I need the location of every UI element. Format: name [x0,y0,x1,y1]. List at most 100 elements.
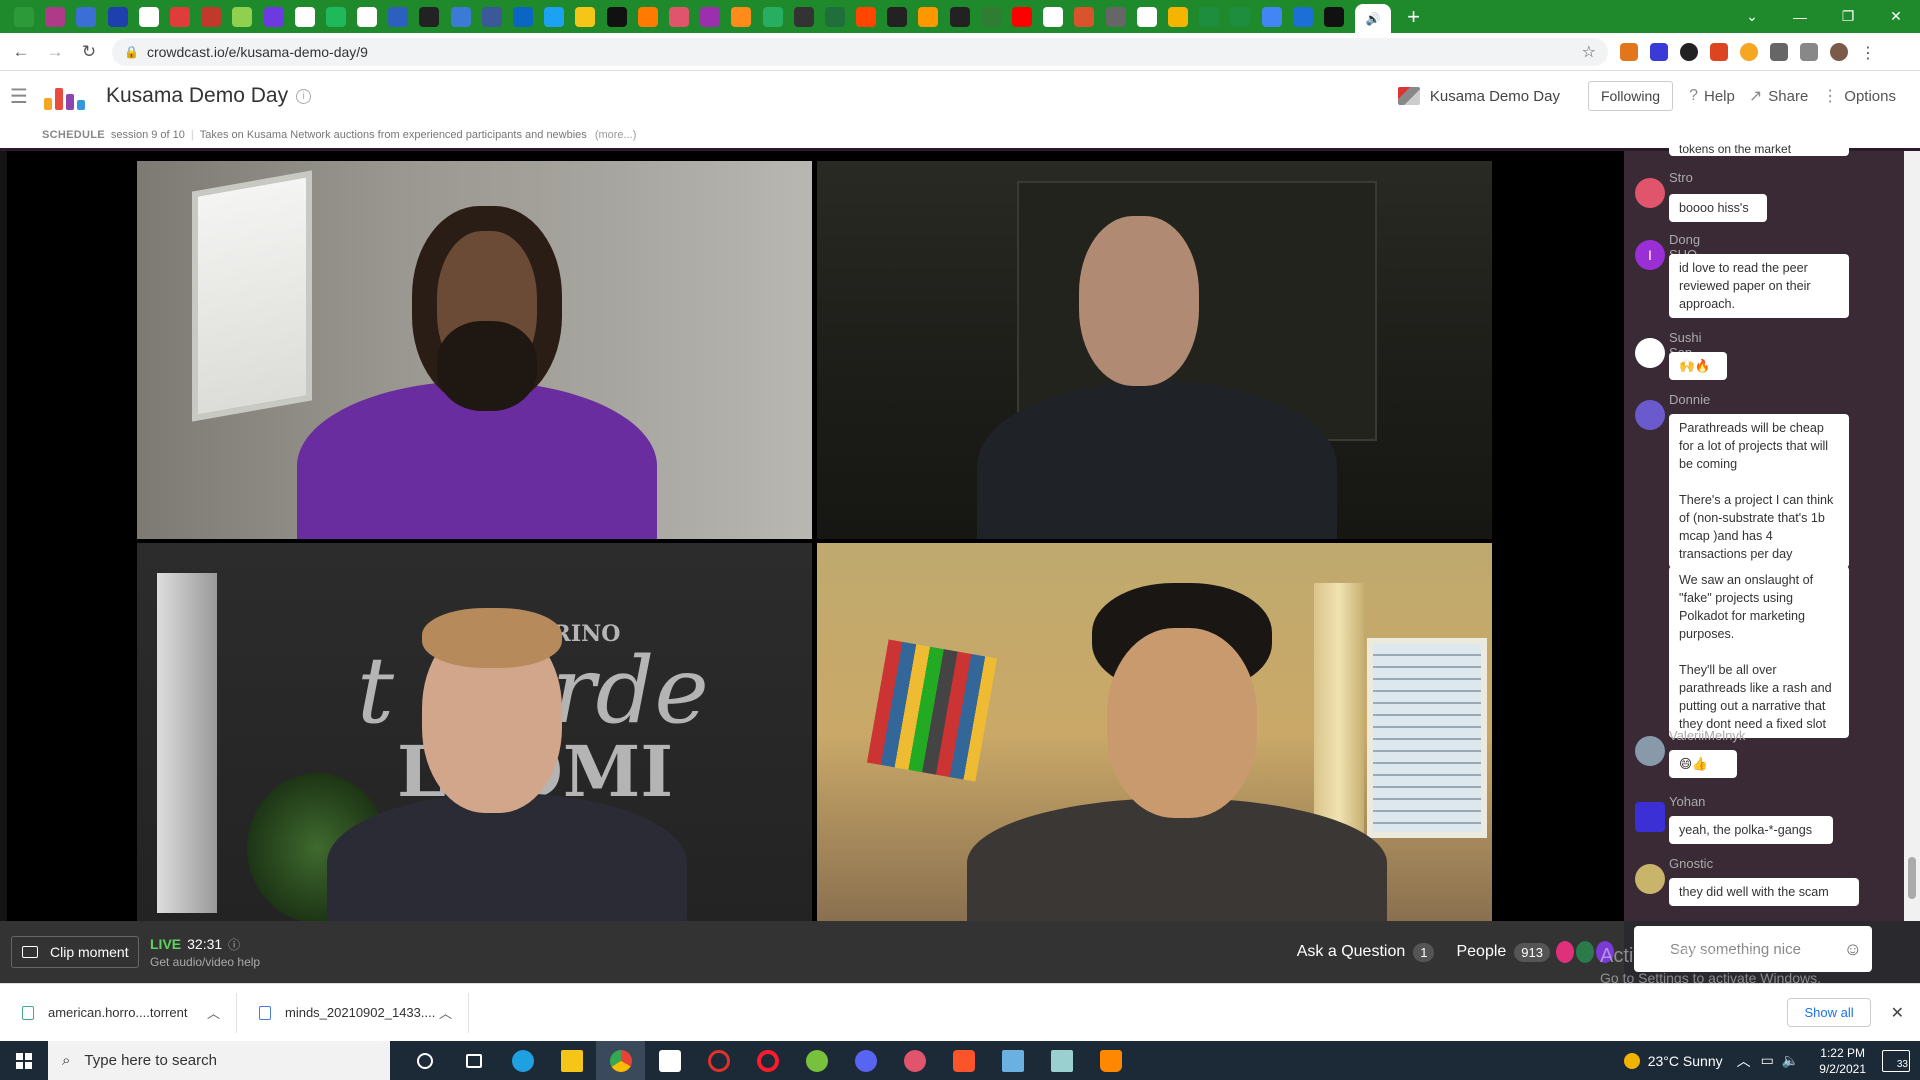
taskbar-search[interactable]: ⌕ Type here to search [48,1041,390,1080]
tab-favicon-icon[interactable] [1292,6,1313,27]
schedule-label[interactable]: SCHEDULE [42,129,105,141]
tab-favicon-icon[interactable] [575,6,596,27]
cortana-icon[interactable] [400,1041,449,1080]
notification-center-icon[interactable]: 33 [1882,1049,1910,1072]
new-tab-button[interactable]: + [1407,4,1420,30]
tab-favicon-icon[interactable] [1105,6,1126,27]
tab-favicon-icon[interactable] [325,6,346,27]
chat-username[interactable]: Donnie [1669,392,1710,407]
vlc-icon[interactable] [1086,1041,1135,1080]
reading-list-icon[interactable] [1800,42,1818,61]
calculator-icon[interactable] [988,1041,1037,1080]
extension-icon[interactable] [1740,42,1758,61]
av-help-link[interactable]: Get audio/video help [150,955,260,969]
tab-favicon-icon[interactable] [450,6,471,27]
tab-favicon-icon[interactable] [949,6,970,27]
tab-favicon-icon[interactable] [45,6,66,27]
tab-favicon-icon[interactable] [388,6,409,27]
tab-favicon-icon[interactable] [637,6,658,27]
user-avatar[interactable]: I [1635,240,1665,270]
user-avatar[interactable] [1635,736,1665,766]
emoji-picker-icon[interactable]: ☺ [1844,939,1862,960]
store-icon[interactable] [645,1041,694,1080]
volume-icon[interactable]: 🔈 [1782,1052,1799,1069]
user-avatar[interactable] [1635,864,1665,894]
chat-username[interactable]: Gnostic [1669,856,1713,871]
metamask-icon[interactable] [1620,42,1638,61]
start-button[interactable] [0,1052,48,1069]
tab-favicon-icon[interactable] [107,6,128,27]
tab-favicon-icon[interactable] [1230,6,1251,27]
app-icon[interactable] [1037,1041,1086,1080]
edge-icon[interactable] [498,1041,547,1080]
chevron-up-icon[interactable]: ︿ [439,1003,452,1022]
task-view-icon[interactable] [449,1041,498,1080]
chrome-icon[interactable] [596,1041,645,1080]
event-link[interactable]: Kusama Demo Day [1397,87,1560,105]
menu-kebab-icon[interactable]: ⋮ [1860,43,1876,62]
following-button[interactable]: Following [1587,81,1674,111]
opera-gx-icon[interactable] [694,1041,743,1080]
utorrent-icon[interactable] [792,1041,841,1080]
video-tile-speaker-1[interactable] [137,161,812,539]
tab-active[interactable]: 🔊 [1355,4,1392,33]
hamburger-menu-icon[interactable]: ☰ [10,84,32,109]
app-icon[interactable] [890,1041,939,1080]
close-window-button[interactable]: ✕ [1872,8,1920,25]
tab-favicon-icon[interactable] [1012,6,1032,27]
tab-favicon-icon[interactable] [513,6,533,27]
clip-moment-button[interactable]: Clip moment [11,936,139,968]
tab-favicon-icon[interactable] [201,6,222,27]
reload-button[interactable]: ↻ [76,42,102,62]
tab-favicon-icon[interactable] [232,6,253,27]
tab-favicon-icon[interactable] [980,6,1001,27]
tab-favicon-icon[interactable] [1167,6,1188,27]
user-avatar[interactable] [1635,338,1665,368]
help-button[interactable]: ? Help [1689,87,1735,105]
tab-search-icon[interactable]: ⌄ [1728,8,1776,25]
tab-favicon-icon[interactable] [263,6,284,27]
extension-icon[interactable] [1680,42,1698,61]
tab-favicon-icon[interactable] [668,6,689,27]
bookmark-star-icon[interactable]: ☆ [1582,42,1596,62]
minimize-button[interactable]: — [1776,9,1824,25]
info-icon[interactable]: ⓘ [228,938,240,952]
tab-favicon-icon[interactable] [76,6,97,27]
tab-favicon-icon[interactable] [1074,6,1095,27]
profile-avatar[interactable] [1830,42,1848,61]
back-button[interactable]: ← [8,42,34,62]
maximize-button[interactable]: ❐ [1824,8,1872,25]
options-button[interactable]: ⋮ Options [1822,86,1896,106]
discord-icon[interactable] [841,1041,890,1080]
crowdcast-logo[interactable] [44,82,86,110]
user-avatar[interactable] [1635,178,1665,208]
tab-favicon-icon[interactable] [481,6,502,27]
tab-favicon-icon[interactable] [793,6,814,27]
chat-scrollbar[interactable] [1904,151,1920,921]
chat-username[interactable]: Yohan [1669,794,1705,809]
video-tile-speaker-4[interactable] [817,543,1492,921]
tab-favicon-icon[interactable] [918,6,939,27]
chat-username[interactable]: Stro [1669,170,1693,185]
network-icon[interactable]: ▭ [1761,1052,1774,1069]
address-bar[interactable]: 🔒 crowdcast.io/e/kusama-demo-day/9 ☆ [112,37,1608,66]
tab-favicon-icon[interactable] [1136,6,1157,27]
tab-favicon-icon[interactable] [1043,6,1064,27]
ask-question-button[interactable]: Ask a Question 1 [1297,942,1435,962]
tab-favicon-icon[interactable] [357,6,378,27]
tab-favicon-icon[interactable] [700,6,721,27]
tab-favicon-icon[interactable] [731,6,752,27]
user-avatar[interactable] [1635,400,1665,430]
show-all-button[interactable]: Show all [1787,998,1871,1027]
tab-favicon-icon[interactable] [1199,6,1220,27]
tab-favicon-icon[interactable] [824,6,845,27]
share-button[interactable]: ↗ Share [1749,86,1808,106]
tray-chevron-icon[interactable]: ︿ [1737,1051,1751,1071]
file-explorer-icon[interactable] [547,1041,596,1080]
tab-favicon-icon[interactable] [544,6,565,27]
opera-icon[interactable] [743,1041,792,1080]
video-tile-speaker-2[interactable] [817,161,1492,539]
chat-username[interactable]: ValeriiMelnyk [1669,728,1745,743]
tab-favicon-icon[interactable] [606,6,627,27]
forward-button[interactable]: → [42,42,68,62]
